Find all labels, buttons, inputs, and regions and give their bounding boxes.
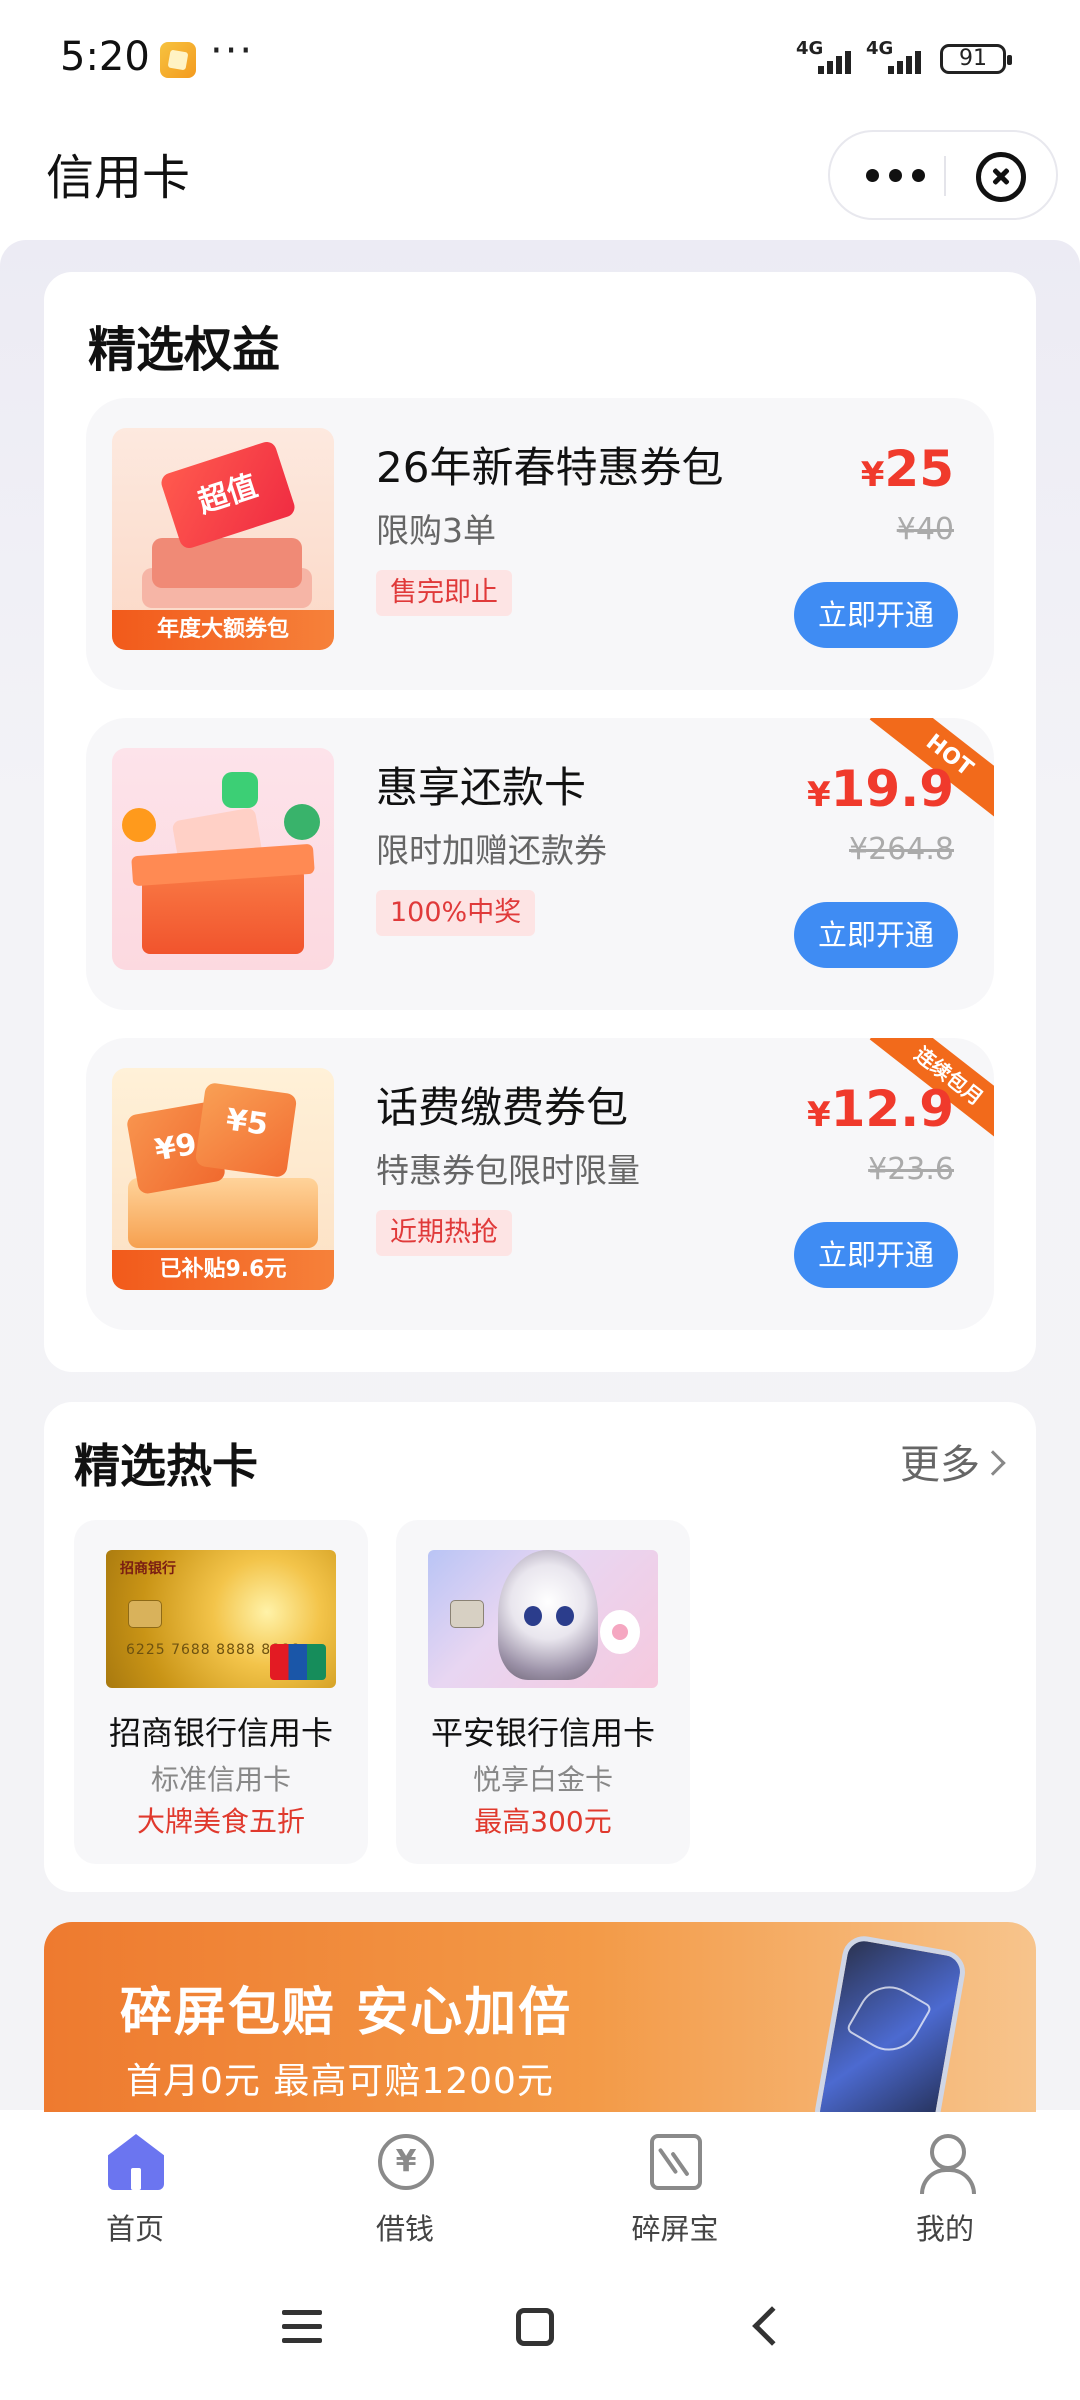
card-tile-cmb[interactable]: 招商银行 6225 7688 8888 8888 招商银行信用卡 标准信用卡 大… [74,1520,368,1864]
card-type: 悦享白金卡 [472,1763,613,1796]
card-perk: 大牌美食五折 [136,1805,305,1838]
status-time: 5:20 [60,34,150,80]
more-options-icon[interactable] [866,160,936,190]
recent-apps-icon[interactable] [282,2310,322,2344]
status-bar: 5:20 ··· 4G 4G 91 [0,0,1080,120]
tab-home[interactable]: 首页 [0,2112,270,2260]
tab-me[interactable]: 我的 [810,2112,1080,2260]
benefit-item-repayment-card[interactable]: HOT 惠享还款卡 限时加赠还款券 100%中奖 ¥19.9 ¥264.8 立即… [86,718,994,1010]
cmb-card-image: 招商银行 6225 7688 8888 8888 [106,1550,336,1688]
tab-label: 碎屏宝 [631,2212,719,2246]
yuan-circle-icon: ¥ [378,2134,434,2190]
benefits-title: 精选权益 [88,322,281,378]
thumb-badge: 超值 [158,439,298,551]
more-notifications-icon: ··· [210,28,255,74]
benefit-item-new-year-pack[interactable]: 超值 年度大额券包 26年新春特惠券包 限购3单 售完即止 ¥25 ¥40 立即… [86,398,994,690]
banner-title: 碎屏包赔 安心加倍 [120,1983,573,2043]
cat-illustration [498,1550,598,1680]
card-type: 标准信用卡 [150,1763,291,1796]
repayment-card-thumbnail [112,748,334,970]
close-icon[interactable] [976,152,1026,202]
benefit-subtitle: 特惠券包限时限量 [376,1151,640,1190]
benefits-section: 精选权益 超值 年度大额券包 26年新春特惠券包 限购3单 售完即止 ¥25 ¥… [44,272,1036,1372]
benefit-subtitle: 限购3单 [376,511,496,550]
benefit-original-price: ¥264.8 [849,832,954,867]
card-perk: 最高300元 [474,1805,612,1838]
system-nav-bar [0,2260,1080,2400]
hot-cards-title: 精选热卡 [74,1439,258,1493]
tab-label: 我的 [915,2212,974,2246]
capsule-divider [944,156,946,196]
cracked-phone-illustration [811,1932,969,2112]
card-chip-icon [450,1600,484,1628]
app-logo-icon [222,772,258,808]
activate-button[interactable]: 立即开通 [794,582,958,648]
benefit-tag: 售完即止 [376,570,512,616]
benefit-name: 26年新春特惠券包 [376,443,724,492]
tab-label: 首页 [105,2212,164,2246]
tab-borrow[interactable]: ¥ 借钱 [270,2112,540,2260]
tab-label: 借钱 [375,2212,434,2246]
card-tile-pingan[interactable]: 平安银行信用卡 悦享白金卡 最高300元 [396,1520,690,1864]
screen-insurance-banner[interactable]: 碎屏包赔 安心加倍 首月0元 最高可赔1200元 [44,1922,1036,2112]
coupon-pack-thumbnail: 超值 年度大额券包 [112,428,334,650]
home-icon [108,2134,164,2190]
notification-app-icon [160,42,196,78]
benefit-price: ¥25 [860,440,954,498]
benefit-original-price: ¥40 [896,512,954,547]
title-bar: 信用卡 [0,120,1080,240]
benefit-original-price: ¥23.6 [868,1152,954,1187]
benefit-tag: 100%中奖 [376,890,536,936]
chevron-right-icon [980,1450,1006,1476]
paw-icon [600,1610,640,1654]
phone-bill-thumbnail: ¥9 ¥5 已补贴9.6元 [112,1068,334,1290]
cell-signal-icon-2: 4G [866,38,942,74]
benefit-price: ¥19.9 [806,760,954,818]
banner-subtitle: 首月0元 最高可赔1200元 [126,2061,554,2102]
card-name: 招商银行信用卡 [108,1714,333,1752]
more-link[interactable]: 更多 [900,1432,1006,1490]
cracked-screen-icon [650,2134,702,2190]
tab-screen-insurance[interactable]: 碎屏宝 [540,2112,810,2260]
thumb-band: 已补贴9.6元 [112,1250,334,1290]
activate-button[interactable]: 立即开通 [794,1222,958,1288]
home-button-icon[interactable] [516,2308,554,2346]
mini-program-capsule [828,130,1058,220]
benefit-price: ¥12.9 [806,1080,954,1138]
benefit-name: 话费缴费券包 [376,1083,629,1132]
hot-cards-section: 精选热卡 更多 招商银行 6225 7688 8888 8888 招商银行信用卡… [44,1402,1036,1892]
benefit-item-phone-bill-pack[interactable]: 连续包月 ¥9 ¥5 已补贴9.6元 话费缴费券包 特惠券包限时限量 近期热抢 … [86,1038,994,1330]
bank-logo-text: 招商银行 [120,1561,176,1577]
pingan-card-image [428,1550,658,1688]
page-title: 信用卡 [46,150,191,206]
unionpay-logo [270,1644,326,1680]
benefit-name: 惠享还款卡 [376,763,587,812]
activate-button[interactable]: 立即开通 [794,902,958,968]
benefit-tag: 近期热抢 [376,1210,512,1256]
bottom-tab-bar: 首页 ¥ 借钱 碎屏宝 我的 [0,2112,1080,2260]
benefit-subtitle: 限时加赠还款券 [376,831,607,870]
back-icon[interactable] [752,2306,792,2346]
battery-icon: 91 [940,44,1012,74]
more-label: 更多 [900,1442,980,1488]
card-chip-icon [128,1600,162,1628]
thumb-band: 年度大额券包 [112,610,334,650]
cell-signal-icon: 4G [796,38,872,74]
card-name: 平安银行信用卡 [430,1714,655,1752]
user-icon [918,2134,976,2194]
